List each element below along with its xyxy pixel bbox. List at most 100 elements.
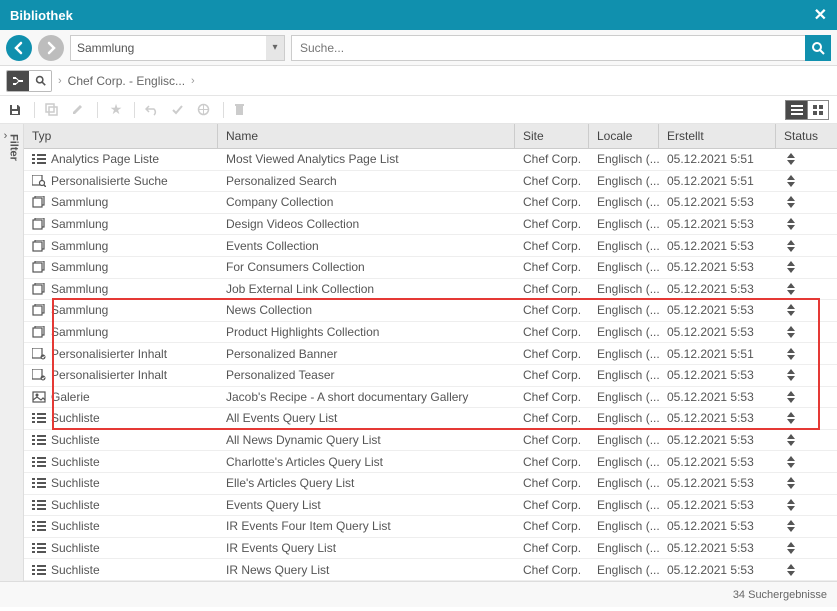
titlebar: Bibliothek ✕	[0, 0, 837, 30]
typ-cell: Suchliste	[51, 455, 100, 469]
grid-rows[interactable]: Analytics Page Liste Most Viewed Analytic…	[24, 149, 837, 581]
view-toggle[interactable]	[785, 100, 829, 120]
table-row[interactable]: SuchlisteIR Events Query ListChef Corp.E…	[24, 538, 837, 560]
name-cell: Personalized Teaser	[218, 365, 515, 386]
status-icon	[784, 564, 798, 576]
site-cell: Chef Corp.	[515, 495, 589, 516]
table-row[interactable]: Personalisierte SuchePersonalized Search…	[24, 171, 837, 193]
status-icon	[784, 304, 798, 316]
status-cell	[776, 279, 822, 300]
filter-panel-toggle[interactable]: › Filter	[0, 124, 24, 581]
copy-icon	[45, 103, 61, 116]
name-cell: Personalized Banner	[218, 343, 515, 364]
close-icon[interactable]: ✕	[814, 5, 827, 25]
status-icon	[784, 499, 798, 511]
col-site[interactable]: Site	[515, 124, 589, 148]
search-mode-icon[interactable]	[29, 71, 51, 91]
delete-icon	[234, 103, 250, 116]
table-row[interactable]: SuchlisteIR Events Four Item Query ListC…	[24, 516, 837, 538]
name-cell: Most Viewed Analytics Page List	[218, 149, 515, 170]
status-icon	[784, 434, 798, 446]
status-cell	[776, 408, 822, 429]
typ-cell: Personalisierter Inhalt	[51, 368, 167, 382]
table-row[interactable]: SuchlisteAll News Dynamic Query ListChef…	[24, 430, 837, 452]
toolbar: ★	[0, 96, 837, 124]
table-row[interactable]: Personalisierter Inhalt Personalized Teas…	[24, 365, 837, 387]
collection-dropdown[interactable]: Sammlung ▾	[70, 35, 285, 61]
erstellt-cell: 05.12.2021 5:53	[659, 214, 776, 235]
undo-icon	[145, 104, 161, 116]
search-input[interactable]	[292, 41, 805, 55]
type-icon	[32, 391, 46, 403]
col-status[interactable]: Status	[776, 124, 822, 148]
status-cell	[776, 149, 822, 170]
table-row[interactable]: SammlungEvents CollectionChef Corp.Engli…	[24, 235, 837, 257]
breadcrumb-item[interactable]: Chef Corp. - Englisc...	[68, 74, 185, 88]
results-grid: Typ Name Site Locale Erstellt Status Ana…	[24, 124, 837, 581]
col-erstellt[interactable]: Erstellt	[659, 124, 776, 148]
col-name[interactable]: Name	[218, 124, 515, 148]
arrow-right-icon	[44, 41, 58, 55]
status-icon	[784, 283, 798, 295]
typ-cell: Analytics Page Liste	[51, 152, 159, 166]
typ-cell: Suchliste	[51, 433, 100, 447]
typ-cell: Sammlung	[51, 195, 108, 209]
locale-cell: Englisch (...	[589, 538, 659, 559]
layout-toggle[interactable]	[6, 70, 52, 92]
typ-cell: Suchliste	[51, 541, 100, 555]
typ-cell: Suchliste	[51, 411, 100, 425]
tree-mode-icon[interactable]	[7, 71, 29, 91]
erstellt-cell: 05.12.2021 5:53	[659, 538, 776, 559]
table-row[interactable]: Personalisierter Inhalt Personalized Bann…	[24, 343, 837, 365]
table-row[interactable]: SammlungCompany CollectionChef Corp.Engl…	[24, 192, 837, 214]
erstellt-cell: 05.12.2021 5:51	[659, 343, 776, 364]
erstellt-cell: 05.12.2021 5:53	[659, 559, 776, 580]
locale-cell: Englisch (...	[589, 473, 659, 494]
erstellt-cell: 05.12.2021 5:53	[659, 430, 776, 451]
edit-icon	[71, 103, 87, 116]
type-icon	[32, 348, 46, 360]
status-icon	[784, 175, 798, 187]
col-typ[interactable]: Typ	[24, 124, 218, 148]
chevron-right-icon: ›	[58, 75, 62, 87]
table-row[interactable]: Analytics Page Liste Most Viewed Analytic…	[24, 149, 837, 171]
typ-cell: Sammlung	[51, 325, 108, 339]
table-row[interactable]: Suchliste Charlotte's Articles Query List…	[24, 451, 837, 473]
table-row[interactable]: SuchlisteAll Events Query ListChef Corp.…	[24, 408, 837, 430]
status-icon	[784, 412, 798, 424]
erstellt-cell: 05.12.2021 5:53	[659, 473, 776, 494]
table-row[interactable]: SammlungFor Consumers CollectionChef Cor…	[24, 257, 837, 279]
type-icon	[32, 196, 46, 208]
grid-header: Typ Name Site Locale Erstellt Status	[24, 124, 837, 149]
name-cell: Elle's Articles Query List	[218, 473, 515, 494]
status-icon	[784, 348, 798, 360]
table-row[interactable]: SammlungDesign Videos CollectionChef Cor…	[24, 214, 837, 236]
table-row[interactable]: SammlungNews CollectionChef Corp.Englisc…	[24, 300, 837, 322]
table-row[interactable]: GalerieJacob's Recipe - A short document…	[24, 387, 837, 409]
back-button[interactable]	[6, 35, 32, 61]
name-cell: Charlotte's Articles Query List	[218, 451, 515, 472]
status-icon	[784, 153, 798, 165]
col-locale[interactable]: Locale	[589, 124, 659, 148]
save-icon[interactable]	[8, 103, 24, 117]
table-row[interactable]: SuchlisteEvents Query ListChef Corp.Engl…	[24, 495, 837, 517]
status-cell	[776, 322, 822, 343]
status-icon	[784, 520, 798, 532]
status-cell	[776, 516, 822, 537]
locale-cell: Englisch (...	[589, 322, 659, 343]
typ-cell: Sammlung	[51, 217, 108, 231]
site-cell: Chef Corp.	[515, 473, 589, 494]
status-cell	[776, 430, 822, 451]
locale-cell: Englisch (...	[589, 516, 659, 537]
table-row[interactable]: SammlungJob External Link CollectionChef…	[24, 279, 837, 301]
typ-cell: Personalisierter Inhalt	[51, 347, 167, 361]
name-cell: All News Dynamic Query List	[218, 430, 515, 451]
table-row[interactable]: SammlungProduct Highlights CollectionChe…	[24, 322, 837, 344]
grid-view-icon[interactable]	[807, 100, 829, 120]
search-button[interactable]	[805, 35, 831, 61]
type-icon	[32, 477, 46, 489]
list-view-icon[interactable]	[785, 100, 807, 120]
table-row[interactable]: SuchlisteElle's Articles Query ListChef …	[24, 473, 837, 495]
table-row[interactable]: SuchlisteIR News Query ListChef Corp.Eng…	[24, 559, 837, 581]
site-cell: Chef Corp.	[515, 192, 589, 213]
